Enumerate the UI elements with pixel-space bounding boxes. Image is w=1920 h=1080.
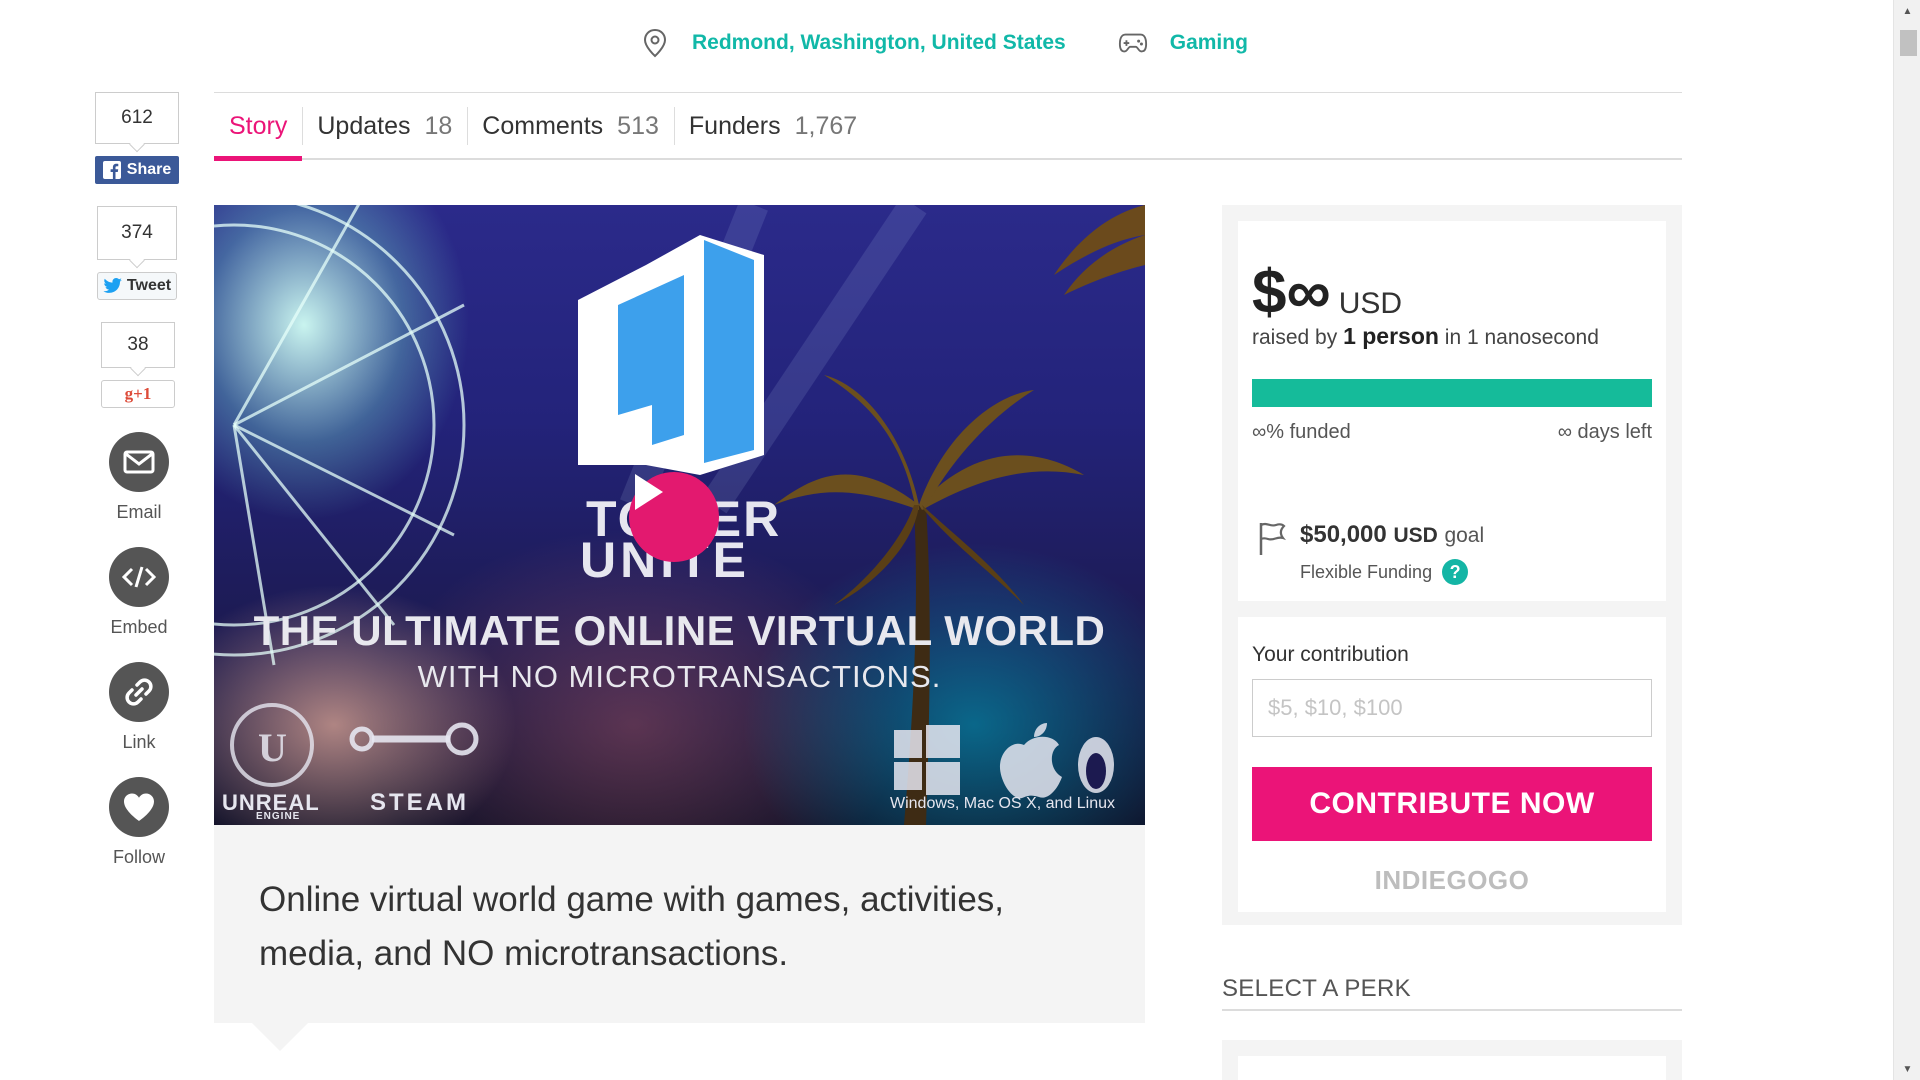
heart-icon xyxy=(109,777,169,837)
twitter-bird-icon xyxy=(103,278,122,293)
tab-label: Comments xyxy=(482,111,604,140)
raised-currency: USD xyxy=(1338,287,1403,320)
envelope-icon xyxy=(109,432,169,492)
flag-icon xyxy=(1259,522,1286,555)
goal-amount-value: $50,000 xyxy=(1300,521,1387,548)
code-icon xyxy=(109,547,169,607)
tab-funders[interactable]: Funders 1,767 xyxy=(673,93,872,159)
raised-amount: $∞ USD xyxy=(1252,257,1402,328)
campaign-video[interactable]: U TOWER UNITE THE ULTIMATE ONLINE VIRTUA… xyxy=(214,205,1145,825)
scroll-down-arrow-icon[interactable]: ▼ xyxy=(1894,1058,1920,1080)
tab-count: 1,767 xyxy=(794,111,858,140)
link-label: Link xyxy=(122,732,156,752)
raised-by-line: raised by 1 person in 1 nanosecond xyxy=(1252,323,1599,350)
indiegogo-brand: INDIEGOGO xyxy=(1374,865,1530,895)
project-tabs: Story Updates 18 Comments 513 Funders 1,… xyxy=(214,92,1682,161)
chain-link-icon xyxy=(109,662,169,722)
play-icon xyxy=(635,474,663,510)
select-perk-heading: SELECT A PERK xyxy=(1222,975,1682,1011)
facebook-share-count: 612 xyxy=(95,92,179,144)
email-share-button[interactable]: Email xyxy=(94,432,184,523)
scroll-up-arrow-icon[interactable]: ▲ xyxy=(1894,0,1920,22)
gplus-button[interactable]: g+1 xyxy=(101,380,175,408)
gplus-count: 38 xyxy=(101,322,175,368)
facebook-share-button[interactable]: Share xyxy=(95,156,179,184)
email-label: Email xyxy=(116,502,162,522)
video-headline: THE ULTIMATE ONLINE VIRTUAL WORLD xyxy=(253,607,1106,654)
days-left: ∞ days left xyxy=(1557,421,1652,443)
percent-funded: ∞% funded xyxy=(1252,421,1351,443)
summary-text: Online virtual world game with games, ac… xyxy=(259,880,1005,973)
category-text: Gaming xyxy=(1169,31,1248,54)
raised-amount-value: $∞ xyxy=(1252,258,1331,327)
campaign-summary: Online virtual world game with games, ac… xyxy=(214,825,1145,1051)
map-pin-icon xyxy=(640,28,670,58)
funding-type-row: Flexible Funding ? xyxy=(1300,559,1484,585)
funding-progress-bar xyxy=(1252,379,1652,407)
goal-currency: USD xyxy=(1393,524,1438,547)
goal-amount: $50,000 USD goal xyxy=(1300,521,1484,549)
play-button[interactable] xyxy=(629,472,719,562)
tab-label: Story xyxy=(229,111,288,140)
gplus-label: g+1 xyxy=(124,384,152,403)
tweet-label: Tweet xyxy=(126,277,172,294)
funding-progress-fill xyxy=(1252,379,1652,407)
tab-count: 18 xyxy=(424,111,453,140)
unreal-engine-sublabel: ENGINE xyxy=(256,811,301,822)
tab-label: Funders xyxy=(688,111,781,140)
location-link[interactable]: Redmond, Washington, United States xyxy=(640,28,1066,58)
contribution-amount-input[interactable] xyxy=(1252,679,1652,737)
share-sidebar: 612 Share 374 Tweet 38 g+1 Email Embed L… xyxy=(94,92,184,868)
tab-story[interactable]: Story xyxy=(214,93,303,161)
contribution-card: Your contribution CONTRIBUTE NOW INDIEGO… xyxy=(1238,617,1666,912)
raised-people: 1 person xyxy=(1343,323,1439,349)
perk-card[interactable] xyxy=(1238,1056,1666,1080)
tab-count: 513 xyxy=(617,111,659,140)
video-subline: WITH NO MICROTRANSACTIONS. xyxy=(417,659,942,694)
tweet-button[interactable]: Tweet xyxy=(97,272,177,300)
goal-word: goal xyxy=(1444,524,1485,547)
link-button[interactable]: Link xyxy=(94,662,184,753)
facebook-icon xyxy=(102,161,121,179)
summary-pointer xyxy=(252,1023,308,1051)
funding-panel: $∞ USD raised by 1 person in 1 nanosecon… xyxy=(1222,205,1682,925)
location-text: Redmond, Washington, United States xyxy=(692,31,1066,54)
perk-list xyxy=(1222,1040,1682,1080)
tab-label: Updates xyxy=(317,111,411,140)
embed-label: Embed xyxy=(110,617,168,637)
tab-updates[interactable]: Updates 18 xyxy=(302,93,467,159)
raised-suffix: in 1 nanosecond xyxy=(1444,326,1599,349)
gamepad-icon xyxy=(1118,28,1148,58)
category-link[interactable]: Gaming xyxy=(1118,28,1248,58)
follow-button[interactable]: Follow xyxy=(94,777,184,868)
twitter-share-count: 374 xyxy=(97,206,177,260)
scrollbar-thumb[interactable] xyxy=(1900,30,1917,56)
follow-label: Follow xyxy=(112,847,165,867)
project-meta-bar: Redmond, Washington, United States Gamin… xyxy=(640,28,1248,58)
goal-row: $50,000 USD goal Flexible Funding ? xyxy=(1258,521,1484,585)
page-scrollbar[interactable]: ▲ ▼ xyxy=(1893,0,1920,1080)
help-icon[interactable]: ? xyxy=(1442,559,1469,585)
steam-label: STEAM xyxy=(370,789,469,816)
facebook-share-label: Share xyxy=(126,161,172,178)
embed-button[interactable]: Embed xyxy=(94,547,184,638)
raised-prefix: raised by xyxy=(1252,326,1338,349)
contribute-now-button[interactable]: CONTRIBUTE NOW xyxy=(1252,767,1652,841)
funding-type-label: Flexible Funding xyxy=(1300,561,1433,582)
funding-status-card: $∞ USD raised by 1 person in 1 nanosecon… xyxy=(1238,221,1666,601)
svg-text:U: U xyxy=(258,725,287,770)
tab-comments[interactable]: Comments 513 xyxy=(467,93,674,159)
contribution-label: Your contribution xyxy=(1252,643,1409,666)
platforms-label: Windows, Mac OS X, and Linux xyxy=(890,795,1115,812)
